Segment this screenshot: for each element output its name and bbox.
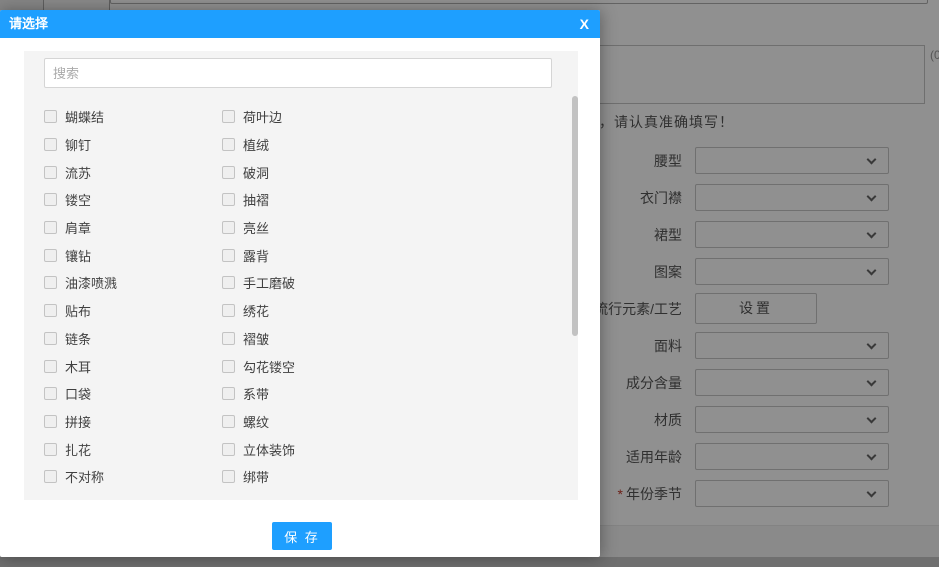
option-item[interactable]: 镶钻 — [44, 241, 222, 269]
checkbox-icon[interactable] — [222, 359, 235, 373]
option-label: 贴布 — [65, 304, 92, 320]
option-label: 拼接 — [65, 414, 92, 430]
option-item[interactable]: 亮丝 — [222, 214, 544, 242]
option-item[interactable]: 立体装饰 — [222, 435, 544, 463]
option-item[interactable]: 贴布 — [44, 297, 222, 325]
option-item[interactable]: 蝴蝶结 — [44, 103, 222, 131]
option-label: 不对称 — [65, 470, 105, 486]
checkbox-icon[interactable] — [222, 138, 235, 152]
option-label: 流苏 — [65, 165, 92, 181]
checkbox-icon[interactable] — [44, 110, 57, 124]
option-label: 亮丝 — [243, 221, 270, 237]
option-item[interactable]: 破洞 — [222, 158, 544, 186]
option-label: 镶钻 — [65, 248, 92, 264]
checkbox-icon[interactable] — [222, 165, 235, 179]
checkbox-icon[interactable] — [222, 248, 235, 262]
option-label: 螺纹 — [243, 414, 270, 430]
option-item[interactable]: 肩章 — [44, 214, 222, 242]
checkbox-icon[interactable] — [222, 442, 235, 456]
option-item[interactable]: 木耳 — [44, 352, 222, 380]
options-panel: 蝴蝶结 荷叶边 铆钉 植绒 — [24, 51, 578, 500]
checkbox-icon[interactable] — [222, 331, 235, 345]
checkbox-icon[interactable] — [222, 276, 235, 290]
option-label: 抽褶 — [243, 193, 270, 209]
option-item[interactable]: 手工磨破 — [222, 269, 544, 297]
options-grid: 蝴蝶结 荷叶边 铆钉 植绒 流苏 破洞 镂空 抽褶 肩章 亮丝 镶钻 露背 油漆… — [44, 103, 544, 491]
option-item[interactable]: 铆钉 — [44, 131, 222, 159]
option-item[interactable]: 抽褶 — [222, 186, 544, 214]
search-input[interactable] — [44, 58, 552, 88]
checkbox-icon[interactable] — [44, 276, 57, 290]
checkbox-icon[interactable] — [222, 387, 235, 401]
checkbox-icon[interactable] — [44, 470, 57, 484]
option-item[interactable]: 系带 — [222, 380, 544, 408]
option-item[interactable]: 链条 — [44, 325, 222, 353]
checkbox-icon[interactable] — [44, 442, 57, 456]
save-button[interactable]: 保 存 — [272, 522, 332, 550]
option-label: 镂空 — [65, 193, 92, 209]
option-item[interactable]: 绑带 — [222, 463, 544, 491]
option-label: 露背 — [243, 248, 270, 264]
option-item[interactable]: 勾花镂空 — [222, 352, 544, 380]
option-label: 蝴蝶结 — [65, 110, 105, 126]
checkbox-icon[interactable] — [222, 470, 235, 484]
checkbox-icon[interactable] — [44, 248, 57, 262]
option-label: 褶皱 — [243, 331, 270, 347]
option-item[interactable]: 绣花 — [222, 297, 544, 325]
checkbox-icon[interactable] — [44, 165, 57, 179]
dialog-title: 请选择 — [9, 16, 49, 31]
option-label: 勾花镂空 — [243, 359, 296, 375]
option-label: 立体装饰 — [243, 442, 296, 458]
dialog-header: 请选择 X — [0, 10, 600, 38]
option-label: 手工磨破 — [243, 276, 296, 292]
checkbox-icon[interactable] — [44, 387, 57, 401]
option-label: 系带 — [243, 387, 270, 403]
option-item[interactable]: 螺纹 — [222, 408, 544, 436]
option-item[interactable]: 流苏 — [44, 158, 222, 186]
checkbox-icon[interactable] — [44, 414, 57, 428]
checkbox-icon[interactable] — [222, 110, 235, 124]
option-label: 油漆喷溅 — [65, 276, 118, 292]
option-item[interactable]: 油漆喷溅 — [44, 269, 222, 297]
checkbox-icon[interactable] — [44, 331, 57, 345]
checkbox-icon[interactable] — [44, 193, 57, 207]
checkbox-icon[interactable] — [44, 138, 57, 152]
option-item[interactable]: 植绒 — [222, 131, 544, 159]
option-item[interactable]: 不对称 — [44, 463, 222, 491]
checkbox-icon[interactable] — [44, 304, 57, 318]
option-label: 口袋 — [65, 387, 92, 403]
option-label: 植绒 — [243, 138, 270, 154]
checkbox-icon[interactable] — [222, 193, 235, 207]
checkbox-icon[interactable] — [44, 221, 57, 235]
panel-scrollbar-thumb[interactable] — [572, 96, 578, 336]
option-item[interactable]: 扎花 — [44, 435, 222, 463]
checkbox-icon[interactable] — [222, 221, 235, 235]
option-label: 铆钉 — [65, 138, 92, 154]
option-item[interactable]: 拼接 — [44, 408, 222, 436]
option-label: 绣花 — [243, 304, 270, 320]
checkbox-icon[interactable] — [44, 359, 57, 373]
option-item[interactable]: 荷叶边 — [222, 103, 544, 131]
option-label: 木耳 — [65, 359, 92, 375]
option-label: 绑带 — [243, 470, 270, 486]
option-label: 链条 — [65, 331, 92, 347]
screen: (0 ，请认真准确填写！ *腰型 *衣门襟 — [0, 0, 939, 567]
close-icon[interactable]: X — [580, 10, 589, 38]
option-label: 荷叶边 — [243, 110, 283, 126]
option-label: 肩章 — [65, 221, 92, 237]
option-item[interactable]: 露背 — [222, 241, 544, 269]
option-item[interactable]: 口袋 — [44, 380, 222, 408]
select-dialog: 请选择 X 蝴蝶结 荷叶边 — [0, 10, 600, 557]
option-label: 扎花 — [65, 442, 92, 458]
option-item[interactable]: 镂空 — [44, 186, 222, 214]
checkbox-icon[interactable] — [222, 304, 235, 318]
option-item[interactable]: 褶皱 — [222, 325, 544, 353]
option-label: 破洞 — [243, 165, 270, 181]
checkbox-icon[interactable] — [222, 414, 235, 428]
